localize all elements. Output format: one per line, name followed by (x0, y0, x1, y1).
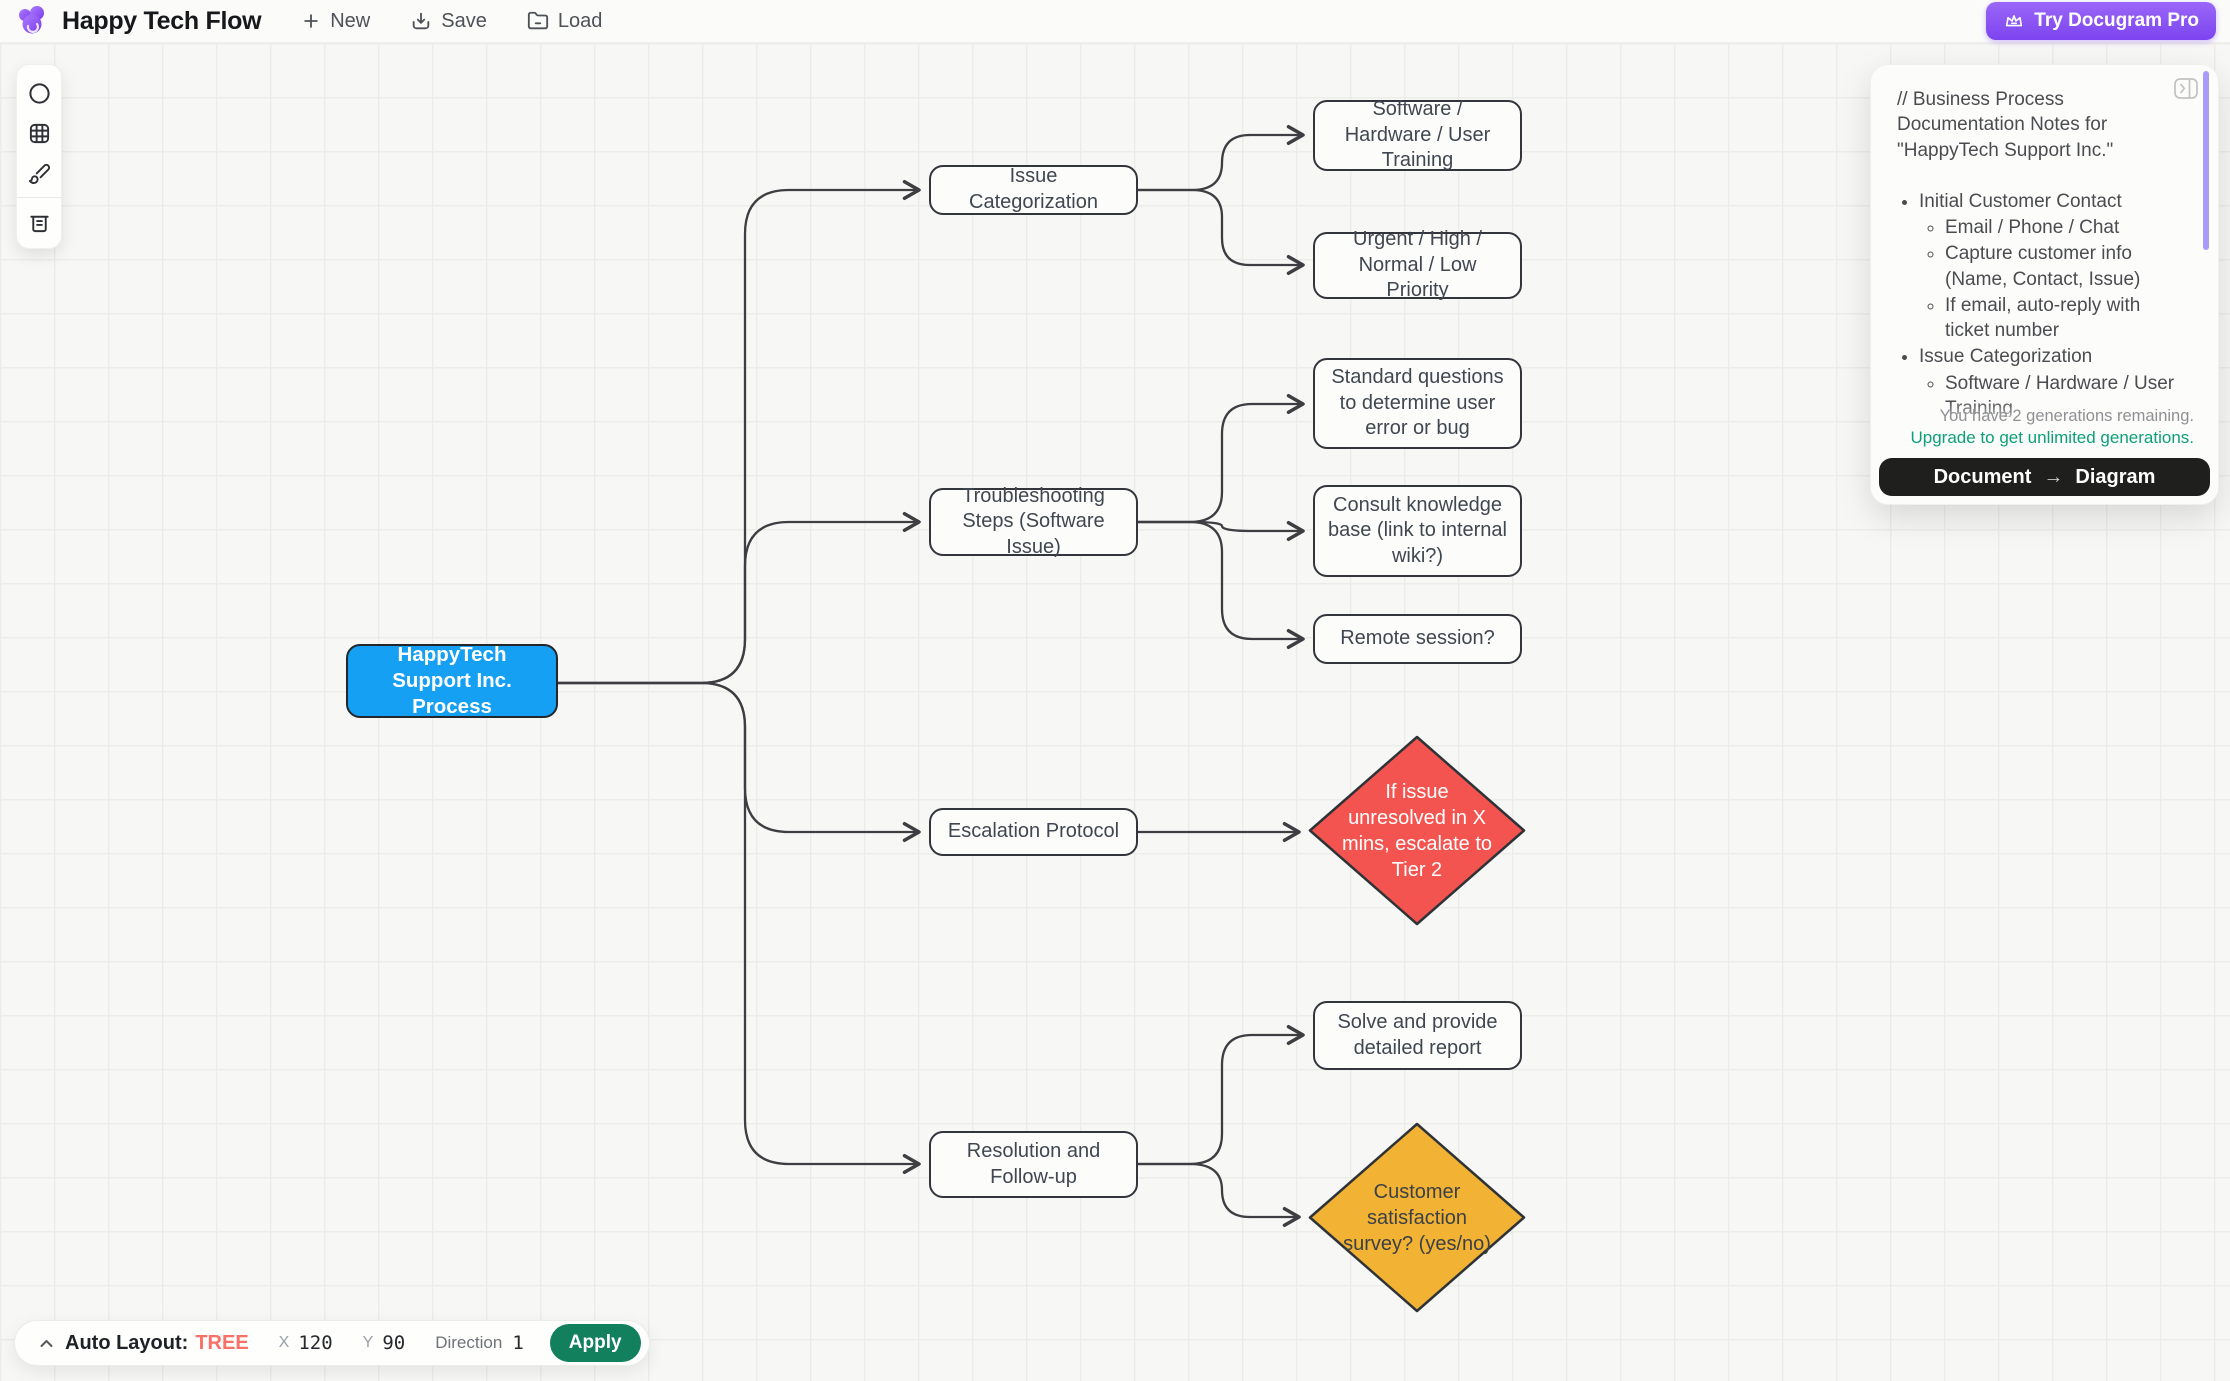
node-remote-session[interactable]: Remote session? (1313, 614, 1522, 664)
load-button[interactable]: Load (527, 9, 603, 33)
node-solve-report[interactable]: Solve and provide detailed report (1313, 1001, 1522, 1070)
app-header: Happy Tech Flow New Save Load Try Docugr… (0, 0, 2230, 43)
save-button-label: Save (441, 9, 487, 32)
load-button-label: Load (557, 9, 603, 32)
new-button[interactable]: New (301, 10, 370, 33)
new-button-label: New (330, 9, 371, 32)
brush-tool-button[interactable] (17, 153, 61, 193)
try-pro-button[interactable]: Try Docugram Pro (1986, 2, 2216, 40)
direction-value[interactable]: 1 (512, 1332, 523, 1354)
auto-layout-label: Auto Layout: (65, 1331, 189, 1354)
chevron-up-icon (40, 1339, 52, 1347)
notes-subitem: If email, auto-reply with ticket number (1945, 293, 2188, 344)
try-pro-label: Try Docugram Pro (2034, 10, 2199, 31)
collapse-bar-button[interactable] (35, 1332, 57, 1354)
panel-collapse-button[interactable] (2174, 78, 2198, 104)
node-consult-kb[interactable]: Consult knowledge base (link to internal… (1313, 485, 1522, 577)
node-escalate-tier2-label: If issue unresolved in X mins, escalate … (1341, 780, 1493, 881)
node-escalation[interactable]: Escalation Protocol (929, 808, 1138, 856)
notes-panel: // Business Process Documentation Notes … (1870, 64, 2219, 505)
node-survey-label: Customer satisfaction survey? (yes/no) (1343, 1180, 1491, 1255)
node-troubleshooting[interactable]: Troubleshooting Steps (Software Issue) (929, 485, 1138, 558)
node-standard-questions[interactable]: Standard questions to determine user err… (1313, 358, 1522, 449)
ellipse-tool-button[interactable] (17, 73, 61, 113)
y-spacing-value[interactable]: 90 (382, 1332, 405, 1354)
toolbar-divider (17, 197, 61, 198)
node-urgent-priority[interactable]: Urgent / High / Normal / Low Priority (1313, 228, 1522, 301)
save-icon (413, 12, 430, 30)
node-root[interactable]: HappyTech Support Inc. Process (346, 643, 558, 718)
auto-layout-bar: Auto Layout: TREE X 120 Y 90 Direction 1… (14, 1320, 650, 1366)
notes-item: Initial Customer Contact Email / Phone /… (1919, 189, 2188, 344)
tool-palette (16, 64, 62, 249)
convert-to-label: Diagram (2075, 465, 2156, 488)
delete-tool-button[interactable] (17, 202, 61, 242)
upgrade-link[interactable]: Upgrade to get unlimited generations. (1879, 428, 2210, 448)
y-spacing-label: Y (362, 1334, 374, 1351)
convert-from-label: Document (1933, 465, 2032, 488)
grid-icon (29, 123, 49, 143)
layout-mode-value[interactable]: TREE (195, 1332, 248, 1355)
node-software-hardware[interactable]: Software / Hardware / User Training (1313, 98, 1522, 171)
trash-icon (29, 215, 49, 232)
ellipse-icon (28, 82, 50, 104)
x-spacing-label: X (278, 1334, 290, 1351)
arrow-right-icon: → (2043, 465, 2064, 488)
notes-editor[interactable]: // Business Process Documentation Notes … (1871, 65, 2218, 417)
notes-title: // Business Process Documentation Notes … (1897, 89, 2114, 161)
app-title: Happy Tech Flow (62, 6, 262, 35)
x-spacing-value[interactable]: 120 (298, 1332, 332, 1354)
notes-subitem: Email / Phone / Chat (1945, 215, 2188, 240)
save-button[interactable]: Save (410, 10, 487, 33)
node-issue-categorization[interactable]: Issue Categorization (929, 165, 1138, 215)
grid-tool-button[interactable] (17, 113, 61, 153)
node-escalate-tier2[interactable]: If issue unresolved in X mins, escalate … (1305, 732, 1529, 929)
notes-subitem: Capture customer info (Name, Contact, Is… (1945, 241, 2188, 292)
document-to-diagram-button[interactable]: Document → Diagram (1879, 458, 2210, 496)
app-logo-icon (14, 3, 50, 39)
folder-icon (527, 11, 548, 30)
apply-button[interactable]: Apply (549, 1324, 641, 1362)
plus-icon (304, 14, 318, 28)
brush-icon (28, 163, 50, 184)
collapse-right-icon (2174, 78, 2198, 99)
notes-footer: You have 2 generations remaining. Upgrad… (1871, 401, 2218, 504)
direction-label: Direction (435, 1333, 503, 1352)
node-resolution[interactable]: Resolution and Follow-up (929, 1131, 1138, 1198)
generations-remaining-text: You have 2 generations remaining. (1939, 407, 2194, 425)
notes-list: Initial Customer Contact Email / Phone /… (1897, 189, 2188, 417)
panel-scrollbar-thumb[interactable] (2203, 71, 2209, 250)
crown-icon (2006, 15, 2023, 27)
node-survey[interactable]: Customer satisfaction survey? (yes/no) (1305, 1119, 1529, 1316)
